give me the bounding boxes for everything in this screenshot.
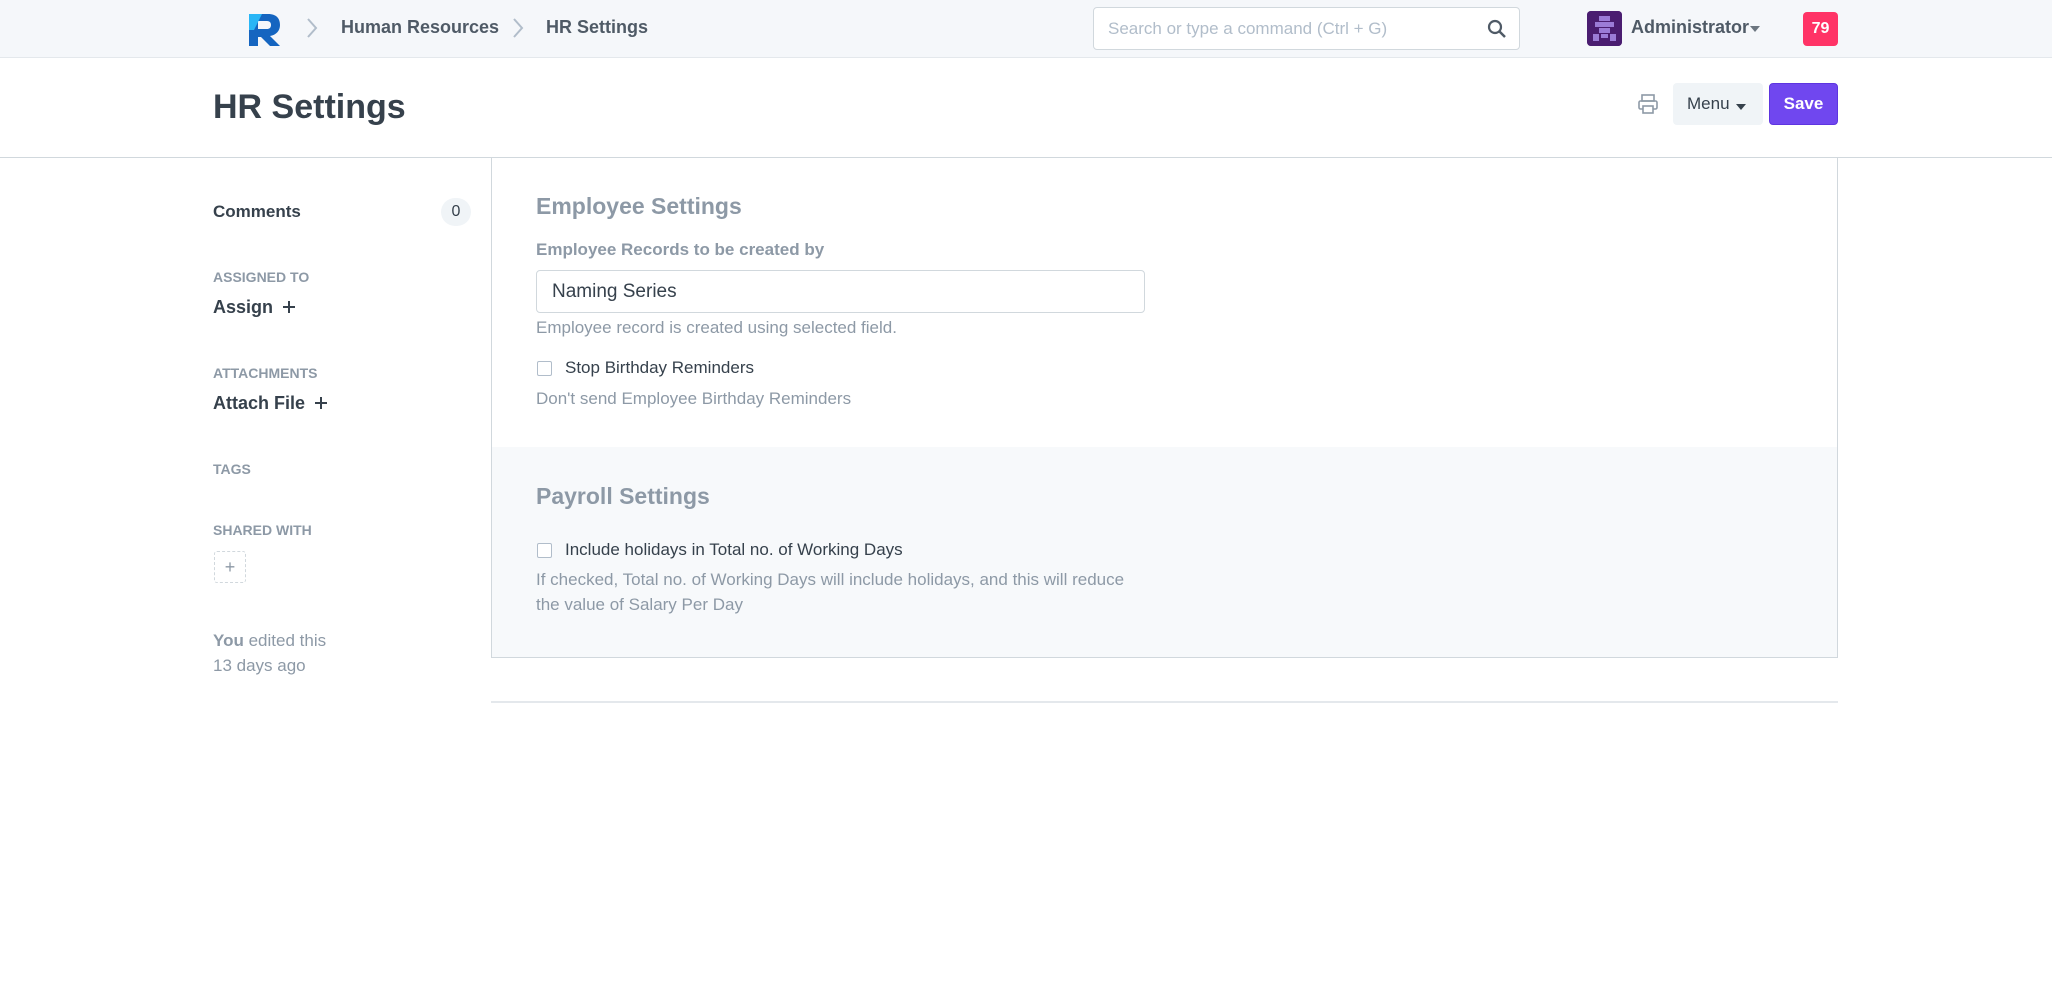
payroll-settings-section: Payroll Settings Include holidays in Tot…	[492, 447, 1837, 657]
assign-button[interactable]: Assign	[213, 297, 296, 318]
shared-with-label: SHARED WITH	[213, 522, 312, 538]
notification-badge[interactable]: 79	[1803, 12, 1838, 46]
stop-birthday-help: Don't send Employee Birthday Reminders	[536, 389, 852, 408]
share-add-button[interactable]: +	[214, 551, 246, 583]
stop-birthday-label[interactable]: Stop Birthday Reminders	[565, 358, 754, 378]
form-layout: Employee Settings Employee Records to be…	[491, 158, 1838, 658]
employee-records-label: Employee Records to be created by	[536, 240, 825, 259]
stop-birthday-checkbox[interactable]	[537, 361, 552, 376]
chevron-right-icon	[513, 18, 524, 38]
top-navbar: Human Resources HR Settings Administrato…	[0, 0, 2052, 58]
comments-count-badge: 0	[441, 198, 471, 226]
plus-icon	[283, 301, 296, 313]
include-holidays-label[interactable]: Include holidays in Total no. of Working…	[565, 540, 903, 560]
attach-file-button[interactable]: Attach File	[213, 393, 328, 414]
breadcrumb-human-resources[interactable]: Human Resources	[341, 17, 499, 38]
include-holidays-checkbox[interactable]	[537, 543, 552, 558]
employee-settings-section: Employee Settings Employee Records to be…	[492, 158, 1837, 447]
caret-down-icon	[1736, 104, 1746, 110]
page-title: HR Settings	[213, 88, 406, 126]
include-holidays-help-line-1: If checked, Total no. of Working Days wi…	[536, 570, 1125, 589]
comments-link[interactable]: Comments	[213, 202, 301, 222]
edited-by: You	[213, 631, 244, 650]
assign-label: Assign	[213, 297, 274, 317]
avatar-icon[interactable]	[1587, 11, 1622, 46]
plus-icon	[315, 397, 328, 409]
app-logo-icon[interactable]	[246, 10, 284, 48]
employee-records-select[interactable]: Naming Series	[536, 270, 1145, 313]
print-icon[interactable]	[1637, 93, 1659, 115]
breadcrumb-hr-settings[interactable]: HR Settings	[546, 17, 648, 38]
save-button[interactable]: Save	[1769, 83, 1838, 125]
assigned-to-label: ASSIGNED TO	[213, 269, 310, 285]
attach-file-label: Attach File	[213, 393, 306, 413]
edited-text: edited this	[248, 631, 327, 650]
include-holidays-help-line-2: the value of Salary Per Day	[536, 595, 743, 614]
attachments-label: ATTACHMENTS	[213, 365, 318, 381]
search-icon[interactable]	[1487, 19, 1507, 39]
tags-label[interactable]: TAGS	[213, 461, 251, 477]
employee-records-help: Employee record is created using selecte…	[536, 318, 897, 337]
section-title: Employee Settings	[536, 193, 742, 219]
page-head: HR Settings Menu Save	[0, 58, 2052, 158]
last-edited-info: You edited this 13 days ago	[213, 628, 326, 678]
section-title: Payroll Settings	[536, 483, 710, 509]
search-bar	[1093, 7, 1520, 50]
user-menu[interactable]: Administrator	[1631, 17, 1749, 38]
menu-button[interactable]: Menu	[1673, 83, 1763, 125]
caret-down-icon[interactable]	[1750, 26, 1760, 32]
search-input[interactable]	[1108, 8, 1478, 49]
divider	[491, 701, 1838, 703]
menu-button-label: Menu	[1687, 94, 1730, 113]
chevron-right-icon	[307, 18, 318, 38]
edited-when: 13 days ago	[213, 656, 306, 675]
